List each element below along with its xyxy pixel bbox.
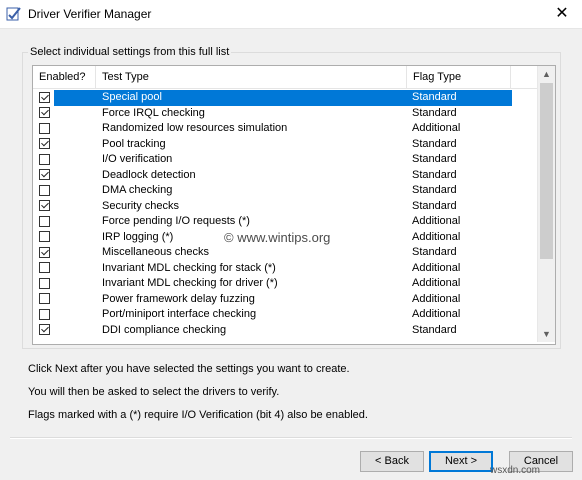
table-row[interactable]: I/O verification Standard xyxy=(33,152,538,168)
table-row[interactable]: Deadlock detection Standard xyxy=(33,168,538,184)
table-row[interactable]: Force IRQL checking Standard xyxy=(33,106,538,122)
table-row[interactable]: Pool tracking Standard xyxy=(33,137,538,153)
test-type-cell: DDI compliance checking xyxy=(102,323,227,336)
enabled-checkbox[interactable] xyxy=(39,122,50,134)
info-text-next: Click Next after you have selected the s… xyxy=(28,363,350,375)
flag-type-cell: Additional xyxy=(412,122,461,134)
info-text-drivers: You will then be asked to select the dri… xyxy=(28,386,280,398)
flag-type-cell: Standard xyxy=(412,323,457,336)
table-row[interactable]: Randomized low resources simulation Addit… xyxy=(33,121,538,137)
settings-group-label: Select individual settings from this ful… xyxy=(28,46,232,58)
flag-type-cell: Additional xyxy=(412,292,461,305)
table-row[interactable]: Force pending I/O requests (*) Additional xyxy=(33,214,538,230)
vertical-scrollbar[interactable]: ▲ ▼ xyxy=(537,66,555,342)
enabled-checkbox[interactable] xyxy=(39,277,50,289)
close-icon: ✕ xyxy=(555,5,569,22)
test-type-cell: Invariant MDL checking for stack (*) xyxy=(102,261,276,274)
test-type-cell: Randomized low resources simulation xyxy=(102,122,288,134)
test-type-cell: IRP logging (*) xyxy=(102,230,174,243)
list-header: Enabled? Test Type Flag Type xyxy=(33,66,538,89)
test-type-cell: I/O verification xyxy=(102,153,173,165)
table-row[interactable]: Miscellaneous checks Standard xyxy=(33,245,538,261)
table-row[interactable]: Special pool Standard xyxy=(33,90,538,106)
test-type-cell: Force pending I/O requests (*) xyxy=(102,215,250,227)
enabled-checkbox[interactable] xyxy=(39,246,50,258)
close-button[interactable]: ✕ xyxy=(542,0,582,28)
flag-type-cell: Additional xyxy=(412,230,461,243)
enabled-checkbox[interactable] xyxy=(39,184,50,196)
enabled-checkbox[interactable] xyxy=(39,262,50,273)
flag-type-cell: Standard xyxy=(412,153,457,165)
test-type-cell: DMA checking xyxy=(102,184,173,196)
flag-type-cell: Standard xyxy=(412,168,457,181)
flag-type-cell: Standard xyxy=(412,199,457,212)
footer-divider xyxy=(10,437,572,439)
enabled-checkbox[interactable] xyxy=(39,107,50,118)
column-header-test-type[interactable]: Test Type xyxy=(96,66,407,88)
enabled-checkbox[interactable] xyxy=(39,169,50,180)
enabled-checkbox[interactable] xyxy=(39,308,50,320)
enabled-checkbox[interactable] xyxy=(39,324,50,335)
test-type-cell: Special pool xyxy=(102,91,162,103)
verifier-app-icon xyxy=(6,7,21,21)
table-row[interactable]: DDI compliance checking Standard xyxy=(33,323,538,339)
scroll-down-icon[interactable]: ▼ xyxy=(538,326,555,342)
test-type-cell: Invariant MDL checking for driver (*) xyxy=(102,277,278,289)
enabled-checkbox[interactable] xyxy=(39,200,50,211)
flag-type-cell: Standard xyxy=(412,137,457,150)
test-type-cell: Force IRQL checking xyxy=(102,106,205,119)
flag-type-cell: Standard xyxy=(412,106,457,119)
info-text-flags: Flags marked with a (*) require I/O Veri… xyxy=(28,409,368,421)
title-bar: Driver Verifier Manager ✕ xyxy=(0,0,582,29)
table-row[interactable]: Invariant MDL checking for driver (*) Add… xyxy=(33,276,538,292)
test-type-cell: Pool tracking xyxy=(102,137,166,150)
scroll-thumb[interactable] xyxy=(540,83,553,259)
table-row[interactable]: Invariant MDL checking for stack (*) Addi… xyxy=(33,261,538,277)
flag-type-cell: Standard xyxy=(412,184,457,196)
enabled-checkbox[interactable] xyxy=(39,138,50,149)
list-rows: Special pool Standard Force IRQL checking S… xyxy=(33,90,538,338)
flag-type-cell: Additional xyxy=(412,215,461,227)
test-type-cell: Deadlock detection xyxy=(102,168,196,181)
flag-type-cell: Standard xyxy=(412,91,457,103)
enabled-checkbox[interactable] xyxy=(39,293,50,304)
enabled-checkbox[interactable] xyxy=(39,231,50,242)
enabled-checkbox[interactable] xyxy=(39,215,50,227)
table-row[interactable]: Power framework delay fuzzing Additional xyxy=(33,292,538,308)
flag-type-cell: Additional xyxy=(412,308,461,320)
table-row[interactable]: DMA checking Standard xyxy=(33,183,538,199)
flag-type-cell: Additional xyxy=(412,277,461,289)
settings-list[interactable]: Enabled? Test Type Flag Type Special poo… xyxy=(32,65,556,345)
enabled-checkbox[interactable] xyxy=(39,153,50,165)
test-type-cell: Miscellaneous checks xyxy=(102,246,209,258)
corner-watermark: wsxdn.com xyxy=(490,465,541,476)
flag-type-cell: Standard xyxy=(412,246,457,258)
table-row[interactable]: Port/miniport interface checking Addition… xyxy=(33,307,538,323)
window-title: Driver Verifier Manager xyxy=(28,7,152,21)
test-type-cell: Security checks xyxy=(102,199,180,212)
back-button[interactable]: < Back xyxy=(360,451,424,472)
column-header-flag-type[interactable]: Flag Type xyxy=(407,66,511,88)
next-button[interactable]: Next > xyxy=(429,451,493,472)
watermark: © www.wintips.org xyxy=(224,230,331,245)
test-type-cell: Port/miniport interface checking xyxy=(102,308,257,320)
table-row[interactable]: Security checks Standard xyxy=(33,199,538,215)
column-header-filler xyxy=(511,66,538,88)
test-type-cell: Power framework delay fuzzing xyxy=(102,292,255,305)
column-header-enabled[interactable]: Enabled? xyxy=(33,66,96,88)
flag-type-cell: Additional xyxy=(412,261,461,274)
enabled-checkbox[interactable] xyxy=(39,91,50,103)
scroll-up-icon[interactable]: ▲ xyxy=(538,66,555,82)
